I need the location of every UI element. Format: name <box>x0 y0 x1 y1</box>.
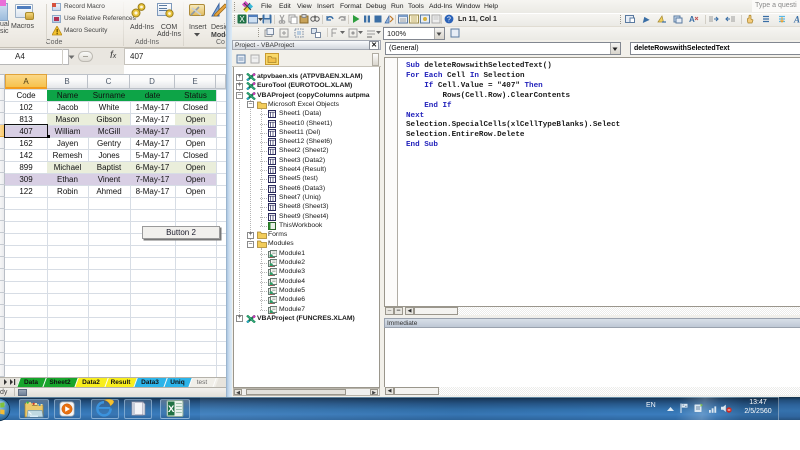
svg-text:X: X <box>168 404 175 415</box>
svg-text:X: X <box>239 15 245 24</box>
svg-text:?: ? <box>447 17 451 24</box>
svg-text:A: A <box>793 15 800 25</box>
svg-text:A: A <box>689 15 695 24</box>
svg-text:▶: ▶ <box>642 15 650 24</box>
